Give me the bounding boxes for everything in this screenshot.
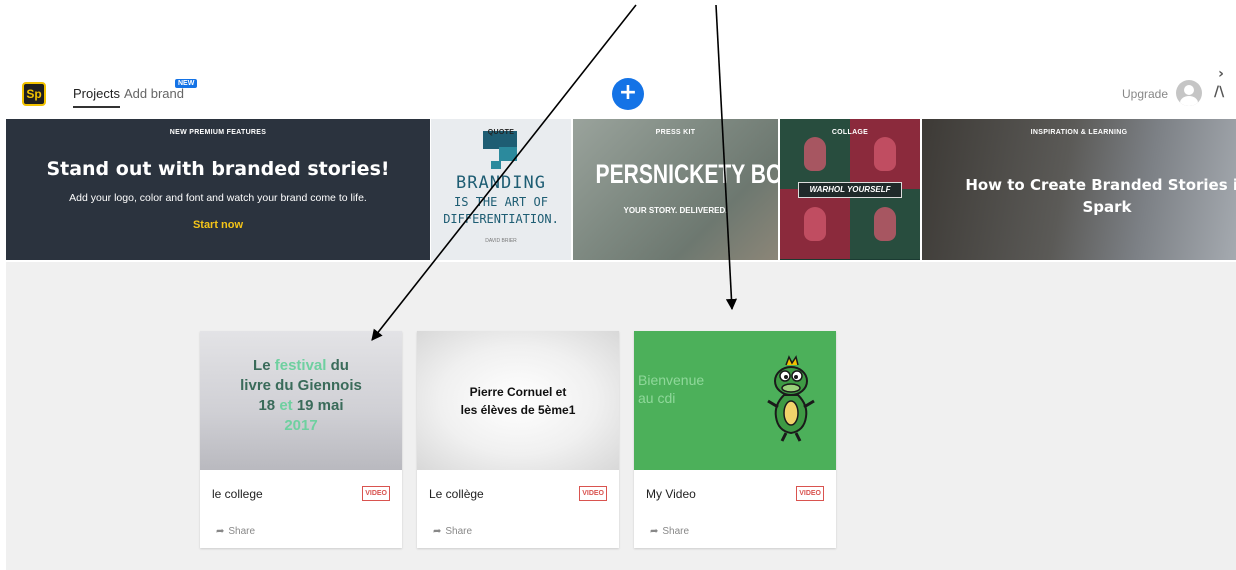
feature-banner-carousel: NEW PREMIUM FEATURES Stand out with bran… bbox=[6, 119, 1236, 260]
project-card[interactable]: Pierre Cornuel et les élèves de 5ème1 Le… bbox=[417, 331, 619, 548]
quote-decoration bbox=[491, 161, 501, 169]
projects-area bbox=[6, 262, 1236, 570]
share-arrow-icon: ➦ bbox=[216, 526, 225, 537]
quote-line: BRANDING bbox=[456, 173, 546, 193]
quote-decoration bbox=[499, 147, 517, 161]
banner-label: INSPIRATION & LEARNING bbox=[1030, 129, 1128, 136]
thumbnail-text: Le festival du livre du Giennois 18 et 1… bbox=[240, 357, 362, 434]
banner-quote[interactable]: QUOTE BRANDING IS THE ART OF DIFFERENTIA… bbox=[431, 119, 571, 260]
press-kit-subtitle: YOUR STORY. DELIVERED. bbox=[623, 206, 728, 215]
spark-logo-icon[interactable]: Sp bbox=[22, 82, 46, 106]
share-button[interactable]: ➦ Share bbox=[433, 526, 472, 537]
inspiration-title-line: How to Create Branded Stories in bbox=[965, 176, 1236, 194]
project-title[interactable]: My Video bbox=[646, 487, 696, 501]
project-thumbnail[interactable]: Pierre Cornuel et les élèves de 5ème1 bbox=[417, 331, 619, 470]
share-button[interactable]: ➦ Share bbox=[216, 526, 255, 537]
collage-tile bbox=[780, 189, 850, 259]
collage-tag: WARHOL YOURSELF bbox=[798, 182, 902, 198]
adobe-logo-icon[interactable]: /\ bbox=[1214, 84, 1224, 100]
quote-line: DIFFERENTIATION. bbox=[443, 212, 559, 226]
carousel-next-chevron-icon[interactable]: › bbox=[1210, 64, 1232, 86]
banner-press-kit[interactable]: PRESS KIT PERSNICKETY BOX YOUR STORY. DE… bbox=[573, 119, 778, 260]
create-project-button[interactable]: + bbox=[612, 78, 644, 110]
nav-tab-add-brand[interactable]: Add brand bbox=[124, 86, 184, 101]
project-title[interactable]: Le collège bbox=[429, 487, 484, 501]
project-thumbnail[interactable]: Bienvenue au cdi bbox=[634, 331, 836, 470]
dragon-mascot-icon bbox=[767, 355, 815, 442]
new-badge: NEW bbox=[175, 79, 198, 88]
banner-subtitle: Add your logo, color and font and watch … bbox=[69, 192, 367, 204]
banner-label: QUOTE bbox=[487, 129, 515, 136]
start-now-link[interactable]: Start now bbox=[6, 219, 430, 231]
project-card[interactable]: Bienvenue au cdi My Video VIDEO ➦ Share bbox=[634, 331, 836, 548]
inspiration-title-line: Spark bbox=[1082, 198, 1132, 216]
banner-inspiration[interactable]: INSPIRATION & LEARNING How to Create Bra… bbox=[922, 119, 1236, 260]
video-badge: VIDEO bbox=[796, 486, 824, 501]
collage-tile bbox=[850, 189, 920, 259]
banner-label: NEW PREMIUM FEATURES bbox=[169, 129, 267, 136]
share-arrow-icon: ➦ bbox=[433, 526, 442, 537]
video-badge: VIDEO bbox=[579, 486, 607, 501]
banner-label: PRESS KIT bbox=[655, 129, 696, 136]
banner-label: COLLAGE bbox=[831, 129, 869, 136]
share-arrow-icon: ➦ bbox=[650, 526, 659, 537]
app-header: Sp Projects Add brand NEW + Upgrade /\ bbox=[0, 72, 1236, 118]
thumbnail-text: Pierre Cornuel et les élèves de 5ème1 bbox=[460, 385, 576, 417]
inspiration-title: How to Create Branded Stories in Spark bbox=[952, 174, 1236, 218]
project-card[interactable]: Le festival du livre du Giennois 18 et 1… bbox=[200, 331, 402, 548]
video-badge: VIDEO bbox=[362, 486, 390, 501]
press-kit-title: PERSNICKETY BOX bbox=[595, 159, 778, 189]
banner-premium-features[interactable]: NEW PREMIUM FEATURES Stand out with bran… bbox=[6, 119, 430, 260]
project-title[interactable]: le college bbox=[212, 487, 263, 501]
quote-author: DAVID BRIER bbox=[485, 238, 517, 244]
quote-line: IS THE ART OF bbox=[454, 195, 548, 209]
user-avatar-icon[interactable] bbox=[1176, 80, 1202, 106]
nav-tab-projects[interactable]: Projects bbox=[73, 86, 120, 108]
upgrade-link[interactable]: Upgrade bbox=[1122, 87, 1168, 101]
share-button[interactable]: ➦ Share bbox=[650, 526, 689, 537]
thumbnail-text: Bienvenue au cdi bbox=[638, 372, 705, 406]
banner-title: Stand out with branded stories! bbox=[46, 158, 390, 180]
banner-collage[interactable]: COLLAGE WARHOL YOURSELF bbox=[780, 119, 920, 260]
project-thumbnail[interactable]: Le festival du livre du Giennois 18 et 1… bbox=[200, 331, 402, 470]
